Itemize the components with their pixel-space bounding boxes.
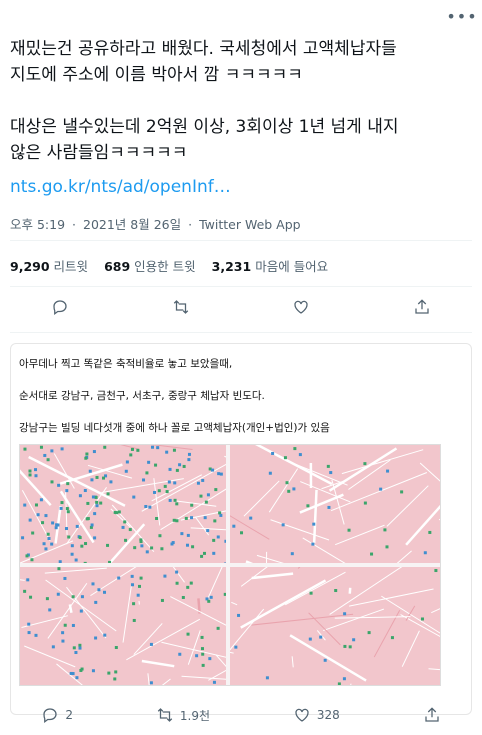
reply-text-line-1: 아무데나 찍고 똑같은 축적비율로 놓고 보았을때, (19, 358, 233, 370)
like-count: 328 (316, 708, 340, 722)
map-seocho (20, 567, 226, 685)
like-button[interactable] (292, 298, 310, 316)
share-icon (424, 707, 439, 722)
reply-like-button[interactable]: 328 (293, 706, 340, 724)
reply-share-button[interactable] (423, 706, 441, 724)
divider (10, 332, 472, 333)
reply-icon (53, 300, 67, 316)
quote-stat[interactable]: 689 인용한 트윗 (104, 256, 196, 275)
reply-image[interactable]: 아무데나 찍고 똑같은 축적비율로 놓고 보았을때, 순서대로 강남구, 금천구… (10, 343, 472, 715)
map-jungnang (230, 567, 440, 685)
more-options-button[interactable]: ••• (446, 7, 476, 26)
tweet-actions (0, 298, 482, 316)
share-icon (415, 299, 429, 314)
heart-icon (294, 300, 308, 314)
map-collage (19, 444, 441, 686)
reply-text-line-2: 순서대로 강남구, 금천구, 서초구, 중랑구 체납자 빈도다. (19, 390, 265, 402)
share-button[interactable] (413, 298, 431, 316)
tweet-date[interactable]: 2021년 8월 26일 (83, 217, 181, 232)
tweet-meta: 오후 5:19 · 2021년 8월 26일 · Twitter Web App (10, 214, 304, 233)
reply-icon (43, 708, 58, 724)
reply-retweet-button[interactable]: 1.9천 (156, 706, 210, 724)
reply-count: 2 (65, 708, 74, 722)
tweet-link[interactable]: nts.go.kr/nts/ad/openInf… (10, 177, 231, 197)
tweet-text: 재밌는건 공유하라고 배웠다. 국세청에서 고액체납자들 지도에 주소에 이름 … (10, 39, 399, 163)
reply-actions: 2 1.9천 328 (0, 706, 482, 724)
retweet-stat[interactable]: 9,290 리트윗 (10, 256, 88, 275)
map-gangnam (20, 445, 226, 563)
heart-icon (295, 708, 309, 722)
like-stat[interactable]: 3,231 마음에 들어요 (212, 256, 329, 275)
tweet-time[interactable]: 오후 5:19 (10, 217, 65, 232)
retweet-icon (173, 300, 188, 314)
tweet-stats: 9,290 리트윗 689 인용한 트윗 3,231 마음에 들어요 (10, 256, 328, 275)
divider (10, 240, 472, 241)
retweet-icon (157, 708, 173, 722)
retweet-button[interactable] (172, 298, 190, 316)
tweet-source[interactable]: Twitter Web App (199, 217, 301, 232)
divider (10, 286, 472, 287)
reply-text-line-3: 강남구는 빌딩 네다섯개 중에 하나 꼴로 고액체납자(개인+법인)가 있음 (19, 422, 330, 434)
reply-reply-button[interactable]: 2 (41, 706, 73, 724)
meta-separator: · (72, 217, 77, 232)
meta-separator: · (188, 217, 193, 232)
more-horizontal-icon: ••• (446, 6, 478, 26)
reply-button[interactable] (51, 298, 69, 316)
retweet-count: 1.9천 (179, 708, 210, 723)
map-geumcheon (230, 445, 440, 563)
